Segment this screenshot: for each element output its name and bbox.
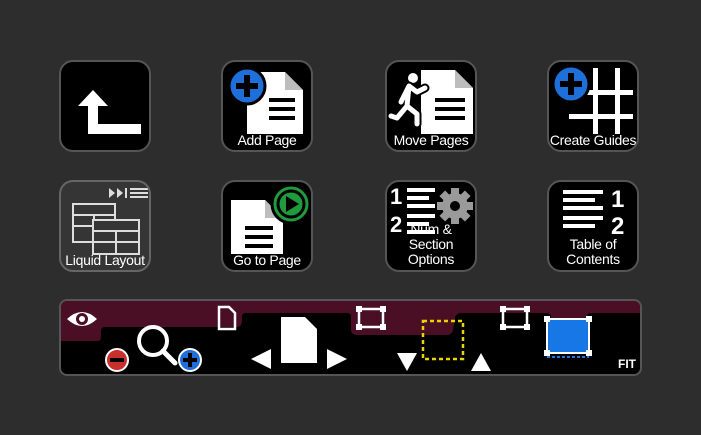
guides-mode-icon[interactable]	[354, 303, 388, 333]
return-arrow-icon	[78, 90, 141, 134]
num-section-options-label: Num & Section Options	[407, 221, 455, 267]
table-of-contents-button[interactable]: 1 2 Table of Contents	[547, 180, 639, 272]
move-pages-label: Move Pages	[393, 132, 469, 148]
svg-text:1: 1	[390, 184, 402, 209]
create-guides-button[interactable]: Create Guides	[547, 60, 639, 152]
svg-text:1: 1	[611, 186, 624, 213]
fit-label[interactable]: FIT	[618, 357, 636, 371]
guide-down-icon	[397, 353, 417, 371]
view-control-bar: FIT	[59, 299, 642, 376]
table-of-contents-label: Table of Contents	[566, 236, 620, 267]
guide-up-icon	[471, 353, 491, 371]
next-page-icon	[327, 349, 347, 369]
guides-mode-icon-2[interactable]	[498, 303, 532, 333]
add-page-button[interactable]: Add Page	[221, 60, 313, 152]
liquid-layout-label: Liquid Layout	[65, 252, 145, 268]
page-navigation	[251, 317, 347, 369]
previous-page-icon	[251, 349, 271, 369]
go-to-page-button[interactable]: Go to Page	[221, 180, 313, 272]
fit-to-frame-icon[interactable]	[541, 313, 601, 363]
back-button[interactable]	[59, 60, 151, 152]
zoom-out-icon[interactable]	[103, 346, 133, 376]
page-mode-icon[interactable]	[211, 303, 241, 333]
add-page-label: Add Page	[237, 132, 297, 148]
liquid-layout-button[interactable]: Liquid Layout	[59, 180, 151, 272]
eye-icon[interactable]	[65, 305, 99, 333]
create-guides-label: Create Guides	[549, 132, 637, 148]
num-section-options-button[interactable]: 1 2 Num & Section Options	[385, 180, 477, 272]
move-pages-button[interactable]: Move Pages	[385, 60, 477, 152]
go-to-page-label: Go to Page	[233, 252, 301, 268]
zoom-in-icon[interactable]	[176, 346, 206, 376]
guide-navigation	[397, 319, 491, 371]
